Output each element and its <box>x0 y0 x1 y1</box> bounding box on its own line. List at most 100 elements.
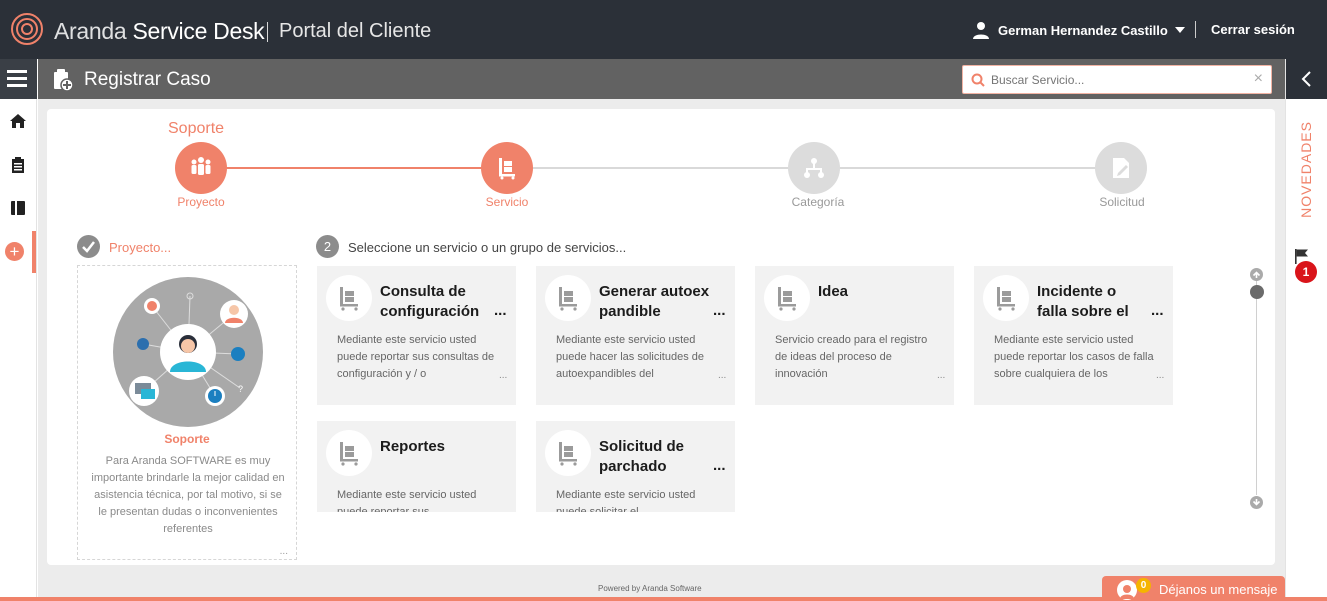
chat-label: Déjanos un mensaje <box>1159 582 1278 597</box>
scroll-thumb[interactable] <box>1250 285 1264 299</box>
search-icon <box>971 73 985 87</box>
step-label-proyecto: Proyecto <box>177 195 225 209</box>
chevron-left-icon <box>1301 71 1311 87</box>
chevron-down-icon <box>1174 27 1185 33</box>
project-description: Para Aranda SOFTWARE es muy importante b… <box>91 455 285 535</box>
service-cart-icon <box>499 158 515 180</box>
search-input[interactable] <box>991 70 1241 90</box>
service-cart-icon <box>764 275 810 321</box>
service-title: Solicitud de parchado <box>599 438 685 475</box>
clipboard-icon[interactable] <box>9 156 27 174</box>
service-description: Mediante este servicio usted puede hacer… <box>556 334 704 380</box>
menu-toggle-button[interactable] <box>0 59 37 99</box>
service-description: Mediante este servicio usted puede repor… <box>337 334 495 380</box>
service-title: Idea <box>818 283 849 300</box>
user-divider <box>1195 21 1196 38</box>
portal-title: Portal del Cliente <box>279 20 432 42</box>
service-title: Generar autoexpandible <box>599 283 710 320</box>
service-title: Reportes <box>380 438 446 455</box>
project-title: Soporte <box>168 120 225 137</box>
news-panel: NOVEDADES 1 <box>1285 59 1327 601</box>
add-case-button[interactable]: + <box>5 242 24 261</box>
service-more-dots[interactable]: ... <box>1156 370 1164 381</box>
service-cart-icon <box>326 430 372 476</box>
title-ellipsis: ... <box>1151 302 1164 319</box>
brand-bold: Service Desk <box>132 18 265 44</box>
project-more-dots[interactable]: ... <box>280 546 288 557</box>
scroll-down-icon[interactable] <box>1250 496 1263 509</box>
service-card[interactable]: Incidente o falla sobre el ... Mediante … <box>974 266 1173 405</box>
hamburger-line <box>7 77 27 80</box>
scroll-track[interactable] <box>1256 281 1257 495</box>
user-icon <box>973 22 989 39</box>
service-description: Mediante este servicio usted puede repor… <box>337 489 477 512</box>
clipboard-add-icon <box>54 69 74 92</box>
brand-name: Aranda Service Desk <box>54 18 265 45</box>
project-card[interactable]: ? Soporte Para Aranda SOFTWARE es muy im… <box>77 265 297 560</box>
step-label-servicio: Servicio <box>485 195 529 209</box>
collapse-panel-button[interactable] <box>1286 59 1327 99</box>
service-cart-icon <box>545 430 591 476</box>
hierarchy-icon <box>804 158 824 178</box>
service-title: Consulta de configuración <box>380 283 480 320</box>
title-ellipsis: ... <box>713 457 726 474</box>
support-illustration-icon: ? <box>113 277 263 427</box>
top-bar: Aranda Service Desk Portal del Cliente G… <box>0 0 1327 59</box>
service-card[interactable]: Generar autoexpandible ... Mediante este… <box>536 266 735 405</box>
brand-divider <box>267 22 268 42</box>
service-description: Mediante este servicio usted puede solic… <box>556 489 696 512</box>
user-name: German Hernandez Castillo <box>998 22 1168 38</box>
title-ellipsis: ... <box>713 302 726 319</box>
notification-badge: 1 <box>1295 261 1317 283</box>
service-cart-icon <box>326 275 372 321</box>
clear-search-icon[interactable]: × <box>1254 70 1263 88</box>
service-cart-icon <box>545 275 591 321</box>
svg-text:?: ? <box>238 384 243 394</box>
step-label-categoria: Categoría <box>791 195 845 209</box>
service-more-dots[interactable]: ... <box>937 370 945 381</box>
project-name: Soporte <box>164 432 210 446</box>
brand-light: Aranda <box>54 18 127 44</box>
services-instruction: Seleccione un servicio o un grupo de ser… <box>348 240 627 255</box>
news-tab-label[interactable]: NOVEDADES <box>1298 121 1314 218</box>
title-bar: Registrar Caso × <box>38 59 1285 99</box>
step-number-badge: 2 <box>316 235 339 258</box>
check-icon <box>77 235 100 258</box>
service-more-dots[interactable]: ... <box>499 370 507 381</box>
hamburger-line <box>7 84 27 87</box>
progress-track-done <box>201 167 507 169</box>
user-menu[interactable]: German Hernandez Castillo <box>972 20 1185 40</box>
hamburger-line <box>7 70 27 73</box>
edit-document-icon <box>1113 158 1129 178</box>
support-agent-icon <box>1117 580 1137 600</box>
project-section-label[interactable]: Proyecto... <box>109 240 171 255</box>
step-solicitud[interactable] <box>1095 142 1147 194</box>
chat-count-badge: 0 <box>1136 578 1151 593</box>
service-card[interactable]: Solicitud de parchado ... Mediante este … <box>536 421 735 512</box>
service-description: Mediante este servicio usted puede repor… <box>994 334 1154 380</box>
step-label-solicitud: Solicitud <box>1099 195 1145 209</box>
page-title: Registrar Caso <box>84 69 211 90</box>
active-indicator <box>32 231 36 273</box>
step-categoria[interactable] <box>788 142 840 194</box>
chat-button[interactable]: 0 Déjanos un mensaje <box>1102 576 1285 601</box>
service-title: Incidente o falla sobre el <box>1037 283 1129 320</box>
powered-by: Powered by Aranda Software <box>598 584 702 593</box>
service-more-dots[interactable]: ... <box>718 370 726 381</box>
left-sidebar: + <box>0 59 37 601</box>
title-ellipsis: ... <box>494 302 507 319</box>
logout-link[interactable]: Cerrar sesión <box>1211 22 1295 37</box>
service-card[interactable]: Consulta de configuración ... Mediante e… <box>317 266 516 405</box>
service-card[interactable]: Idea Servicio creado para el registro de… <box>755 266 954 405</box>
book-icon[interactable] <box>9 199 27 217</box>
step-proyecto[interactable] <box>175 142 227 194</box>
search-box: × <box>962 65 1272 94</box>
service-description: Servicio creado para el registro de idea… <box>775 334 928 380</box>
service-card[interactable]: Reportes Mediante este servicio usted pu… <box>317 421 516 512</box>
service-cart-icon <box>983 275 1029 321</box>
step-servicio[interactable] <box>481 142 533 194</box>
team-icon <box>191 157 211 175</box>
scroll-up-icon[interactable] <box>1250 268 1263 281</box>
aranda-logo-icon <box>11 13 43 45</box>
home-icon[interactable] <box>9 112 27 130</box>
